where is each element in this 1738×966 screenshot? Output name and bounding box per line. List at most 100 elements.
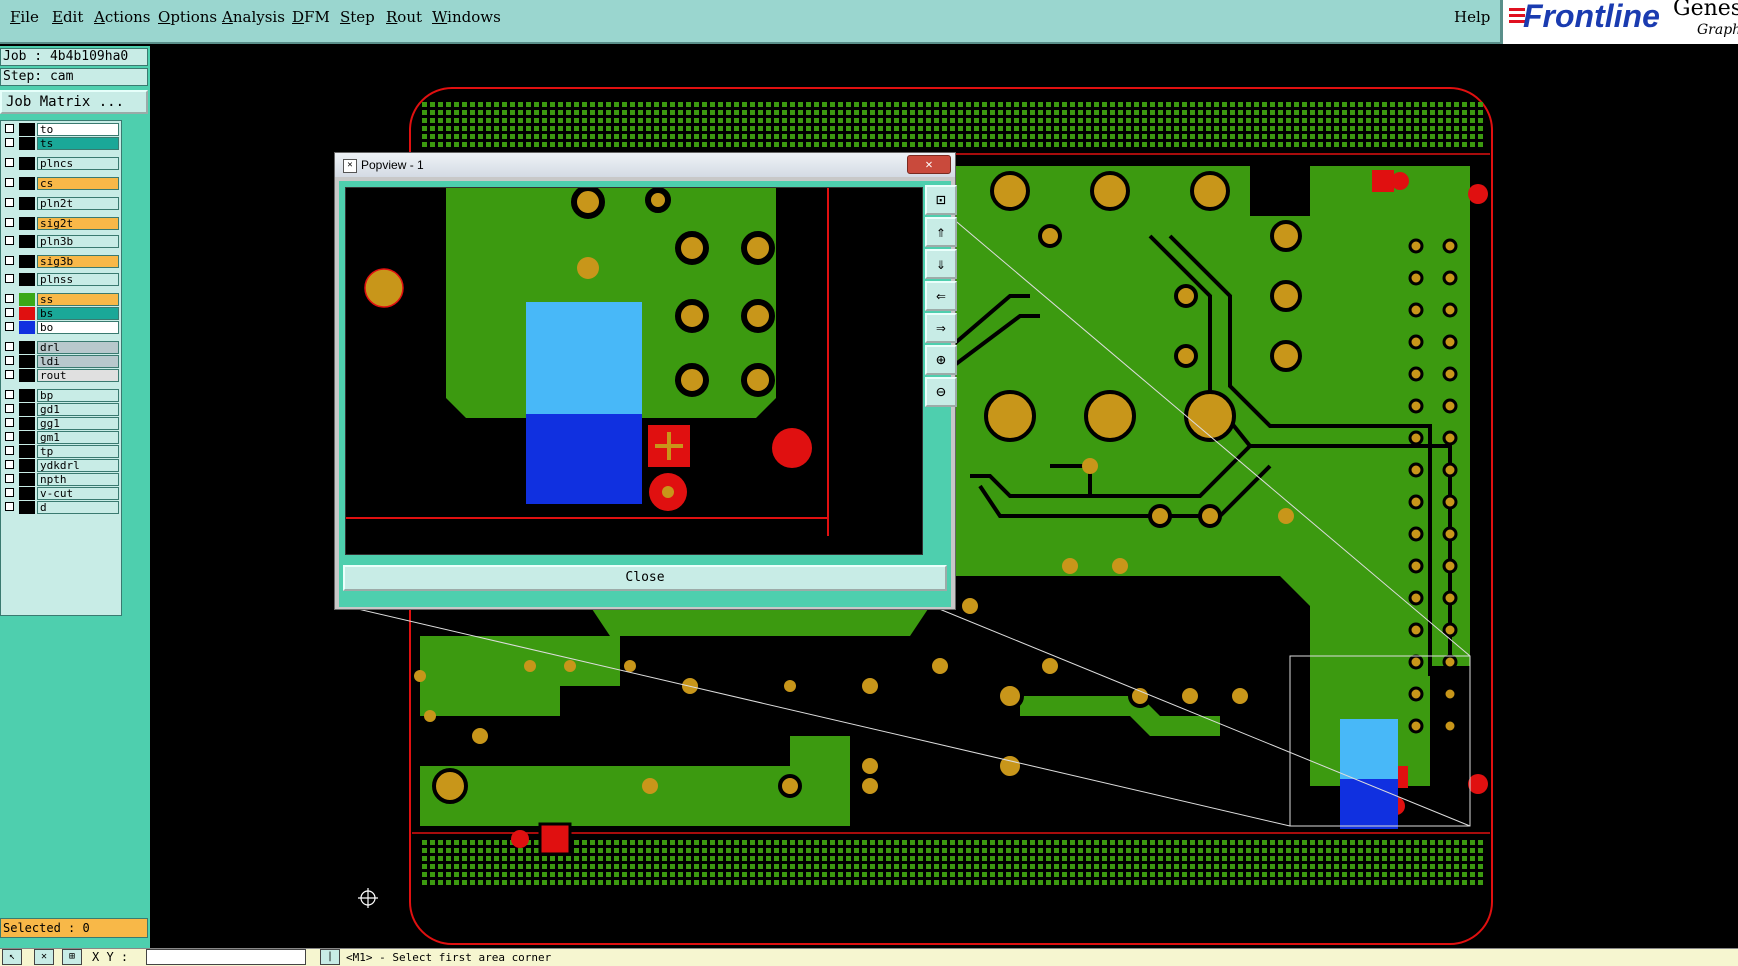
- layer-row-plnss[interactable]: plnss: [3, 273, 119, 286]
- layer-row-pln2t[interactable]: pln2t: [3, 197, 119, 210]
- layer-checkbox[interactable]: [5, 322, 14, 331]
- layer-name[interactable]: sig3b: [37, 255, 119, 268]
- layer-row-drl[interactable]: drl: [3, 341, 119, 354]
- select-mode-icon[interactable]: ↖: [2, 949, 22, 965]
- layer-row-ydkdrl[interactable]: ydkdrl: [3, 459, 119, 472]
- menu-rout[interactable]: Rout: [386, 8, 422, 26]
- layer-name[interactable]: bp: [37, 389, 119, 402]
- layer-color-swatch[interactable]: [19, 137, 35, 150]
- layer-checkbox[interactable]: [5, 404, 14, 413]
- layer-row-rout[interactable]: rout: [3, 369, 119, 382]
- layer-color-swatch[interactable]: [19, 445, 35, 458]
- layer-color-swatch[interactable]: [19, 355, 35, 368]
- layer-checkbox[interactable]: [5, 474, 14, 483]
- menu-file[interactable]: File: [10, 8, 39, 26]
- layer-row-sig2t[interactable]: sig2t: [3, 217, 119, 230]
- layer-row-v-cut[interactable]: v-cut: [3, 487, 119, 500]
- cross-mode-icon[interactable]: ✕: [34, 949, 54, 965]
- popview-titlebar[interactable]: ✕ Popview - 1 ✕: [335, 153, 955, 177]
- layer-name[interactable]: bs: [37, 307, 119, 320]
- job-matrix-button[interactable]: Job Matrix ...: [0, 90, 148, 114]
- layer-color-swatch[interactable]: [19, 307, 35, 320]
- popview-zoom-view[interactable]: [345, 187, 923, 555]
- layer-name[interactable]: plnss: [37, 273, 119, 286]
- menu-analysis[interactable]: Analysis: [222, 8, 285, 26]
- layer-color-swatch[interactable]: [19, 235, 35, 248]
- layer-name[interactable]: tp: [37, 445, 119, 458]
- menu-step[interactable]: Step: [340, 8, 375, 26]
- layer-color-swatch[interactable]: [19, 403, 35, 416]
- xy-input[interactable]: [146, 949, 306, 965]
- layer-color-swatch[interactable]: [19, 431, 35, 444]
- layer-checkbox[interactable]: [5, 236, 14, 245]
- layer-row-to[interactable]: to: [3, 123, 119, 136]
- layer-name[interactable]: npth: [37, 473, 119, 486]
- layer-row-cs[interactable]: cs: [3, 177, 119, 190]
- layer-row-bp[interactable]: bp: [3, 389, 119, 402]
- zoom-in-icon[interactable]: ⊕: [925, 345, 957, 375]
- layer-color-swatch[interactable]: [19, 459, 35, 472]
- layer-color-swatch[interactable]: [19, 273, 35, 286]
- zoom-fit-icon[interactable]: ⊡: [925, 185, 957, 215]
- layer-color-swatch[interactable]: [19, 389, 35, 402]
- zoom-out-icon[interactable]: ⊖: [925, 377, 957, 407]
- pan-up-icon[interactable]: ⇑: [925, 217, 957, 247]
- layer-checkbox[interactable]: [5, 274, 14, 283]
- layer-checkbox[interactable]: [5, 308, 14, 317]
- layer-name[interactable]: cs: [37, 177, 119, 190]
- layer-checkbox[interactable]: [5, 342, 14, 351]
- layer-color-swatch[interactable]: [19, 341, 35, 354]
- layer-name[interactable]: bo: [37, 321, 119, 334]
- layer-color-swatch[interactable]: [19, 321, 35, 334]
- layer-name[interactable]: to: [37, 123, 119, 136]
- layer-checkbox[interactable]: [5, 432, 14, 441]
- layer-name[interactable]: rout: [37, 369, 119, 382]
- layer-row-plncs[interactable]: plncs: [3, 157, 119, 170]
- layer-name[interactable]: plncs: [37, 157, 119, 170]
- layer-checkbox[interactable]: [5, 446, 14, 455]
- layer-color-swatch[interactable]: [19, 417, 35, 430]
- popview-close-button[interactable]: Close: [343, 565, 947, 591]
- layer-checkbox[interactable]: [5, 198, 14, 207]
- layer-row-bo[interactable]: bo: [3, 321, 119, 334]
- layer-row-pln3b[interactable]: pln3b: [3, 235, 119, 248]
- layer-checkbox[interactable]: [5, 158, 14, 167]
- layer-color-swatch[interactable]: [19, 177, 35, 190]
- layer-name[interactable]: d: [37, 501, 119, 514]
- layer-name[interactable]: sig2t: [37, 217, 119, 230]
- menu-windows[interactable]: Windows: [432, 8, 501, 26]
- layer-name[interactable]: gd1: [37, 403, 119, 416]
- layer-name[interactable]: v-cut: [37, 487, 119, 500]
- layer-name[interactable]: drl: [37, 341, 119, 354]
- menu-help[interactable]: Help: [1454, 8, 1490, 26]
- pan-left-icon[interactable]: ⇐: [925, 281, 957, 311]
- pan-right-icon[interactable]: ⇒: [925, 313, 957, 343]
- layer-color-swatch[interactable]: [19, 157, 35, 170]
- layer-name[interactable]: pln2t: [37, 197, 119, 210]
- grid-mode-icon[interactable]: ⊞: [62, 949, 82, 965]
- menu-options[interactable]: Options: [158, 8, 217, 26]
- layer-row-tp[interactable]: tp: [3, 445, 119, 458]
- layer-row-ss[interactable]: ss: [3, 293, 119, 306]
- layer-color-swatch[interactable]: [19, 123, 35, 136]
- layer-checkbox[interactable]: [5, 294, 14, 303]
- layer-row-ts[interactable]: ts: [3, 137, 119, 150]
- layer-checkbox[interactable]: [5, 390, 14, 399]
- popview-close-x-button[interactable]: ✕: [907, 155, 951, 174]
- layer-checkbox[interactable]: [5, 218, 14, 227]
- layer-checkbox[interactable]: [5, 138, 14, 147]
- layer-row-d[interactable]: d: [3, 501, 119, 514]
- layer-name[interactable]: gg1: [37, 417, 119, 430]
- info-button[interactable]: |: [320, 949, 340, 965]
- menu-actions[interactable]: Actions: [94, 8, 150, 26]
- layer-color-swatch[interactable]: [19, 501, 35, 514]
- layer-checkbox[interactable]: [5, 256, 14, 265]
- menu-dfm[interactable]: DFM: [292, 8, 330, 26]
- layer-row-ldi[interactable]: ldi: [3, 355, 119, 368]
- layer-checkbox[interactable]: [5, 502, 14, 511]
- layer-checkbox[interactable]: [5, 356, 14, 365]
- menu-edit[interactable]: Edit: [52, 8, 83, 26]
- layer-row-gg1[interactable]: gg1: [3, 417, 119, 430]
- layer-name[interactable]: ss: [37, 293, 119, 306]
- layer-row-gm1[interactable]: gm1: [3, 431, 119, 444]
